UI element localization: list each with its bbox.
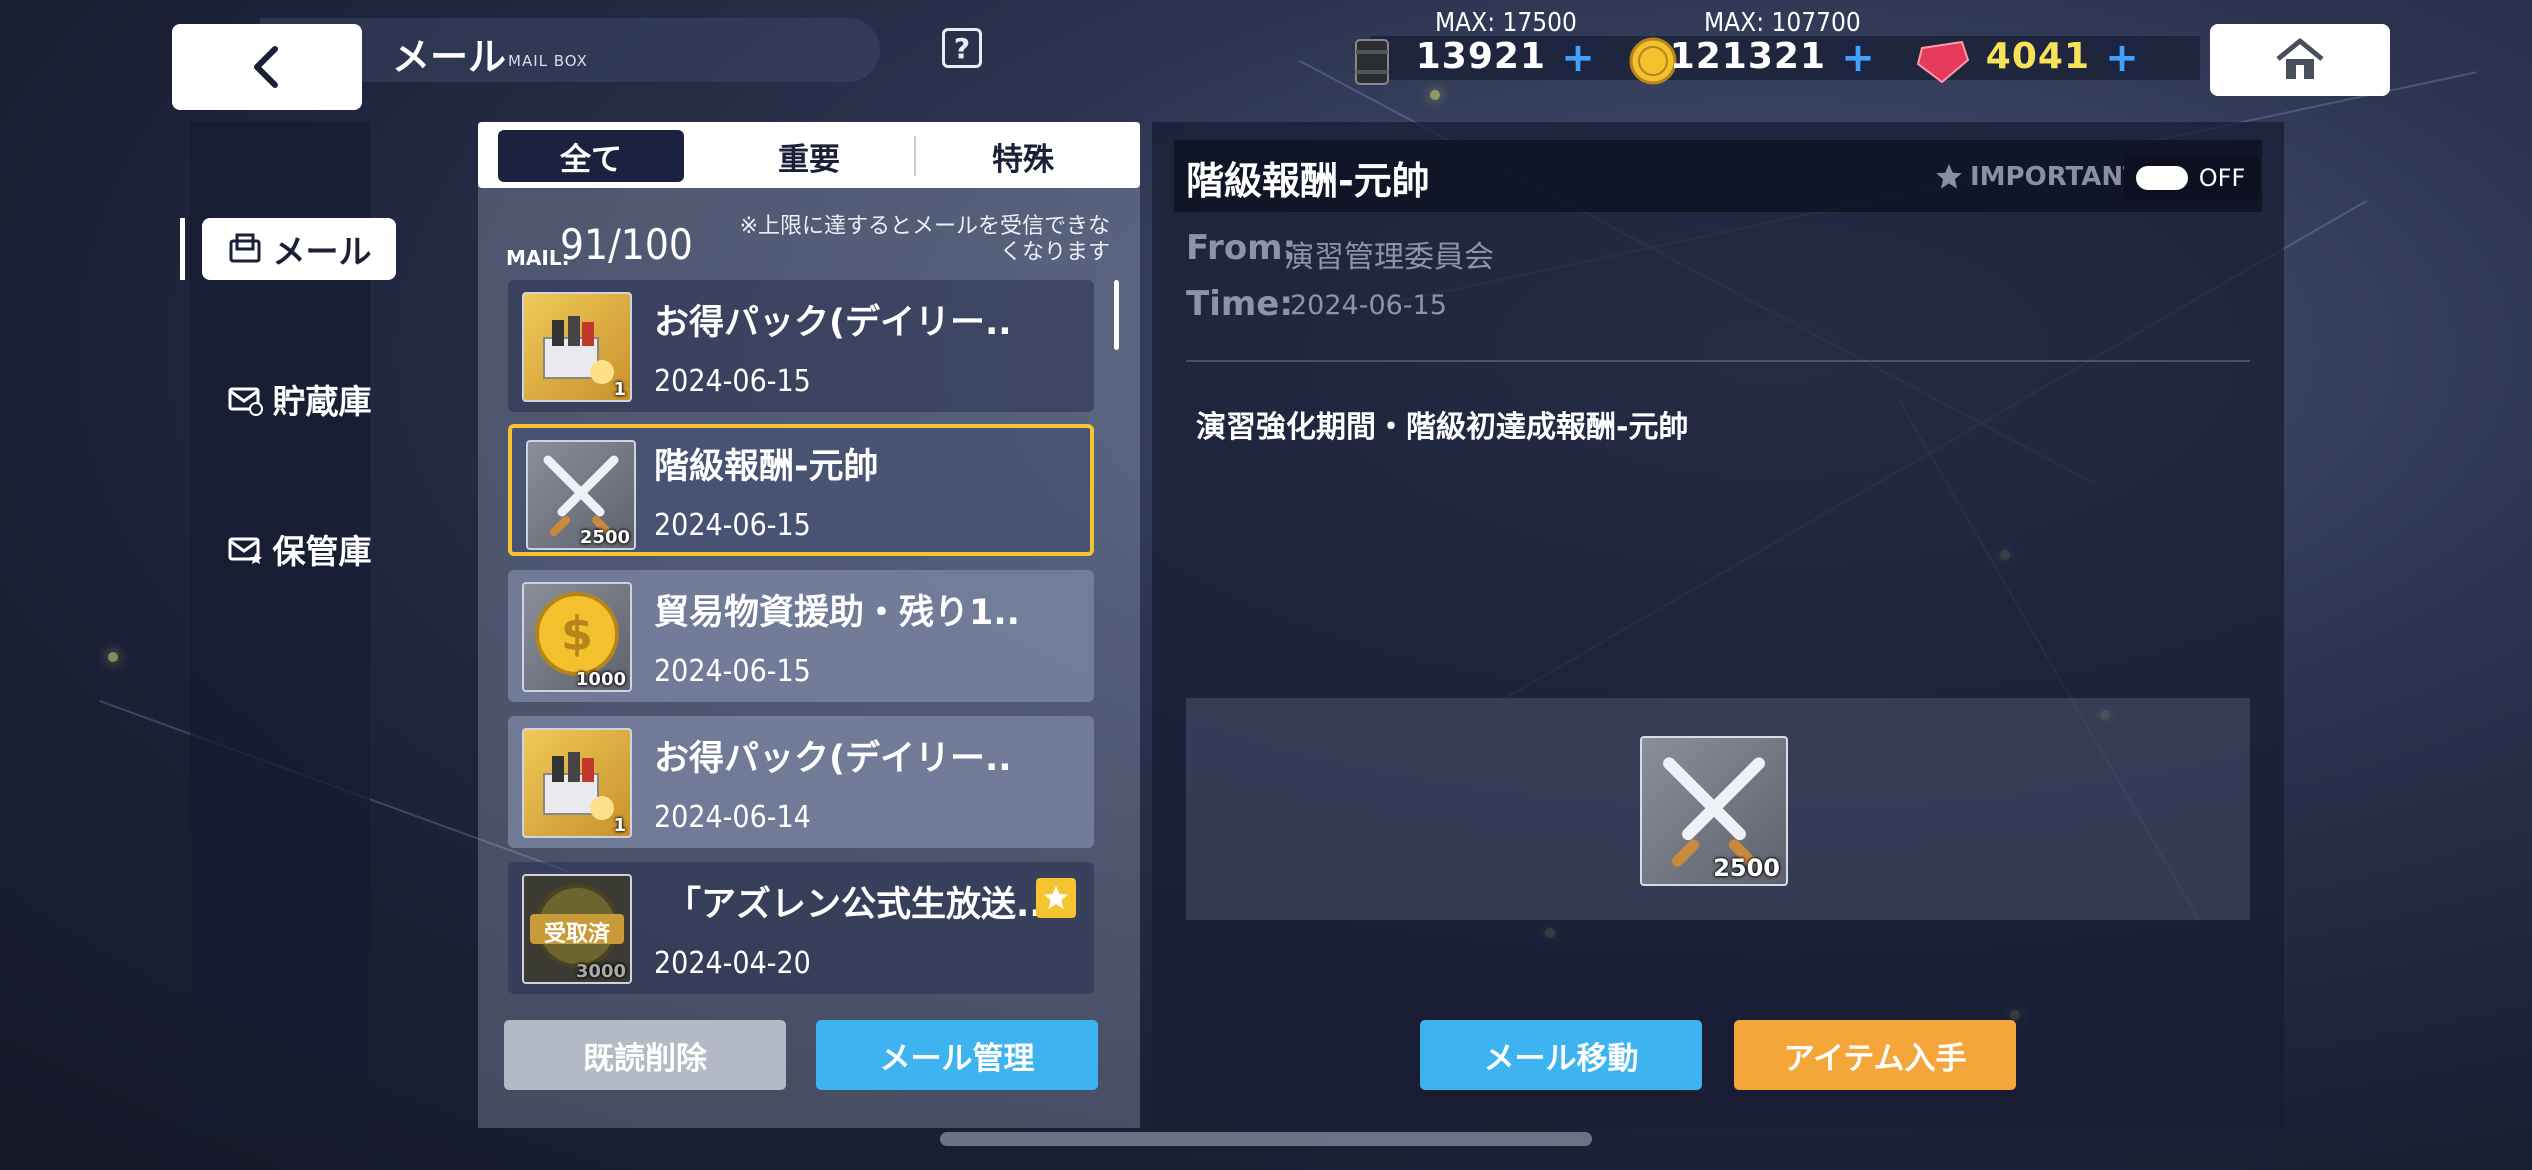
- tab-important[interactable]: 重要: [716, 130, 902, 182]
- mail-list-item-selected[interactable]: 2500 階級報酬-元帥 2024-06-15: [508, 424, 1094, 556]
- mail-list-item[interactable]: 1 お得パック(デイリー.. 2024-06-15: [508, 280, 1094, 412]
- mail-subject: 階級報酬-元帥: [654, 447, 879, 487]
- star-icon: [1044, 886, 1068, 909]
- oil-amount: 13921: [1415, 36, 1546, 77]
- gold-coin-icon: $ 1000: [522, 582, 632, 692]
- gold-coin-icon: 受取済 3000: [522, 874, 632, 984]
- tab-all[interactable]: 全て: [498, 130, 684, 182]
- oil-add-button[interactable]: +: [1558, 38, 1598, 78]
- attachment-quantity: 2500: [1713, 854, 1780, 882]
- mail-subject: お得パック(デイリー..: [654, 739, 1012, 779]
- item-quantity: 1: [613, 815, 626, 836]
- mail-list-item[interactable]: 受取済 3000 「アズレン公式生放送.. 2024-04-20: [508, 862, 1094, 994]
- page-subtitle: MAIL BOX: [508, 52, 588, 70]
- important-label: IMPORTANT: [1934, 162, 2141, 192]
- home-button[interactable]: [2210, 24, 2390, 96]
- important-toggle[interactable]: OFF: [2124, 156, 2260, 200]
- mail-limit-note-line2: くなります: [999, 240, 1110, 265]
- tab-special[interactable]: 特殊: [930, 130, 1116, 182]
- nav-item-label: 保管庫: [272, 532, 372, 571]
- svg-text:$: $: [561, 607, 593, 661]
- time-value: 2024-06-15: [1290, 290, 1447, 321]
- delete-read-button[interactable]: 既読削除: [504, 1020, 786, 1090]
- crossed-swords-icon: 2500: [526, 440, 636, 550]
- important-label-text: IMPORTANT: [1970, 162, 2141, 192]
- mail-subject: お得パック(デイリー..: [654, 303, 1012, 343]
- item-quantity: 3000: [575, 961, 626, 982]
- horizontal-scroll-indicator: [940, 1132, 1592, 1146]
- star-icon: [1936, 164, 1962, 189]
- mail-list-item[interactable]: $ 1000 貿易物資援助・残り1.. 2024-06-15: [508, 570, 1094, 702]
- mail-list-scrollbar[interactable]: [1114, 280, 1119, 350]
- move-mail-button[interactable]: メール移動: [1420, 1020, 1702, 1090]
- help-button[interactable]: ?: [942, 28, 982, 68]
- from-value: 演習管理委員会: [1284, 240, 1494, 275]
- claimed-badge: 受取済: [543, 922, 610, 947]
- toggle-knob: [2136, 166, 2188, 190]
- back-button[interactable]: [172, 24, 362, 110]
- nav-item-label: メール: [272, 232, 372, 271]
- from-label: From:: [1186, 228, 1297, 268]
- nav-item-archive[interactable]: 保管庫: [202, 518, 396, 580]
- coin-add-button[interactable]: +: [1838, 38, 1878, 78]
- mail-subject: 「アズレン公式生放送..: [666, 885, 1043, 925]
- nav-item-label: 貯蔵庫: [272, 382, 372, 421]
- tab-divider: [914, 136, 916, 176]
- chevron-left-icon: [254, 46, 278, 88]
- mail-date: 2024-06-15: [654, 364, 811, 399]
- mail-body: 演習強化期間・階級初達成報酬-元帥: [1196, 410, 1689, 445]
- toggle-state: OFF: [2198, 164, 2246, 192]
- mail-manage-button[interactable]: メール管理: [816, 1020, 1098, 1090]
- item-quantity: 1000: [575, 669, 626, 690]
- mail-count: 91/100: [560, 220, 693, 269]
- oil-max-label: MAX: 17500: [1435, 8, 1577, 38]
- home-icon: [2276, 38, 2324, 79]
- daily-pack-icon: 1: [522, 728, 632, 838]
- nav-active-indicator: [180, 218, 185, 280]
- coin-max-label: MAX: 107700: [1704, 8, 1861, 38]
- important-star-badge: [1036, 878, 1076, 918]
- mail-subject: 貿易物資援助・残り1..: [654, 593, 1020, 633]
- item-quantity: 1: [613, 379, 626, 400]
- time-label: Time:: [1186, 284, 1293, 324]
- detail-title: 階級報酬-元帥: [1186, 159, 1430, 203]
- mail-storage-icon: [228, 387, 263, 416]
- red-gem-icon: [1916, 40, 1970, 84]
- coin-amount: 121321: [1669, 36, 1826, 77]
- collect-items-button[interactable]: アイテム入手: [1734, 1020, 2016, 1090]
- mail-date: 2024-06-15: [654, 508, 811, 543]
- mail-archive-icon: [228, 537, 262, 564]
- filter-tabs: 全て 重要 特殊: [478, 122, 1140, 188]
- mail-tray-icon: [229, 233, 260, 263]
- attachment-item[interactable]: 2500: [1640, 736, 1788, 886]
- oil-barrel-icon: [1355, 39, 1389, 85]
- gem-add-button[interactable]: +: [2102, 38, 2142, 78]
- item-quantity: 2500: [579, 527, 630, 548]
- daily-pack-icon: 1: [522, 292, 632, 402]
- mail-date: 2024-04-20: [654, 946, 811, 981]
- mail-limit-note-line1: ※上限に達するとメールを受信できな: [739, 214, 1110, 239]
- mail-limit-note: ※上限に達するとメールを受信できな くなります: [700, 214, 1110, 266]
- page-title: メール: [392, 35, 507, 79]
- mail-list-item[interactable]: 1 お得パック(デイリー.. 2024-06-14: [508, 716, 1094, 848]
- mail-date: 2024-06-15: [654, 654, 811, 689]
- gem-amount: 4041: [1985, 36, 2090, 77]
- nav-item-mail[interactable]: メール: [202, 218, 396, 280]
- nav-item-storage[interactable]: 貯蔵庫: [202, 368, 396, 430]
- detail-divider: [1186, 360, 2250, 362]
- mail-date: 2024-06-14: [654, 800, 811, 835]
